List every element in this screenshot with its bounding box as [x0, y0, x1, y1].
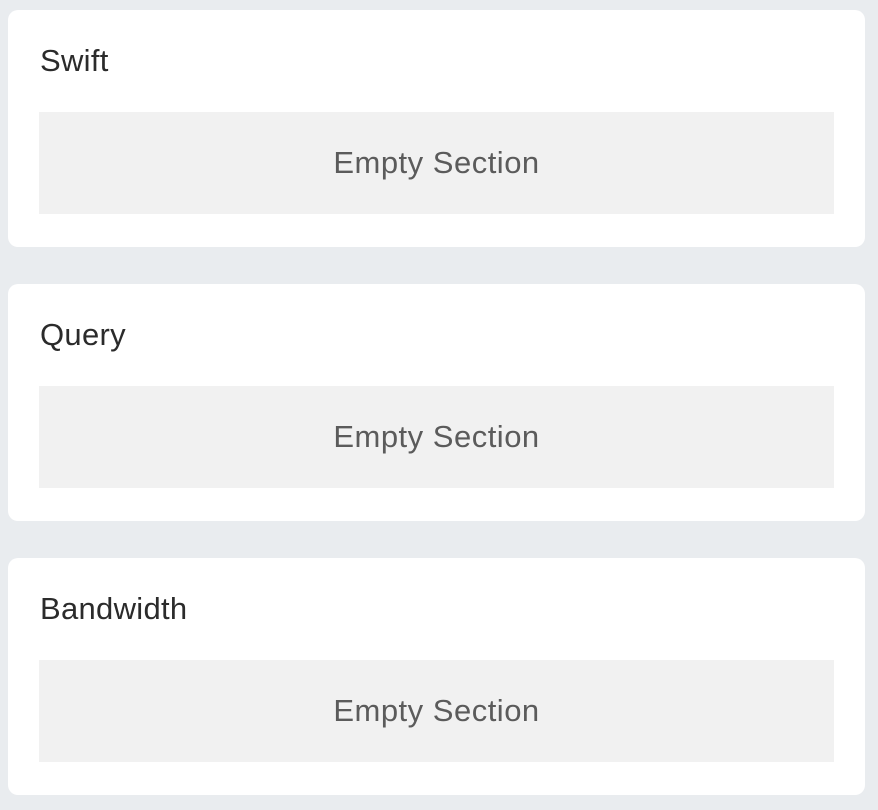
section-card-swift: Swift Empty Section [8, 10, 865, 247]
empty-section-label: Empty Section [333, 419, 540, 454]
empty-section-placeholder: Empty Section [39, 660, 834, 762]
section-title: Bandwidth [40, 591, 188, 626]
section-card-bandwidth: Bandwidth Empty Section [8, 558, 865, 795]
section-card-query: Query Empty Section [8, 284, 865, 521]
section-title: Swift [40, 43, 109, 78]
section-title: Query [40, 317, 126, 352]
empty-section-placeholder: Empty Section [39, 112, 834, 214]
empty-section-label: Empty Section [333, 145, 540, 180]
empty-section-label: Empty Section [333, 693, 540, 728]
empty-section-placeholder: Empty Section [39, 386, 834, 488]
